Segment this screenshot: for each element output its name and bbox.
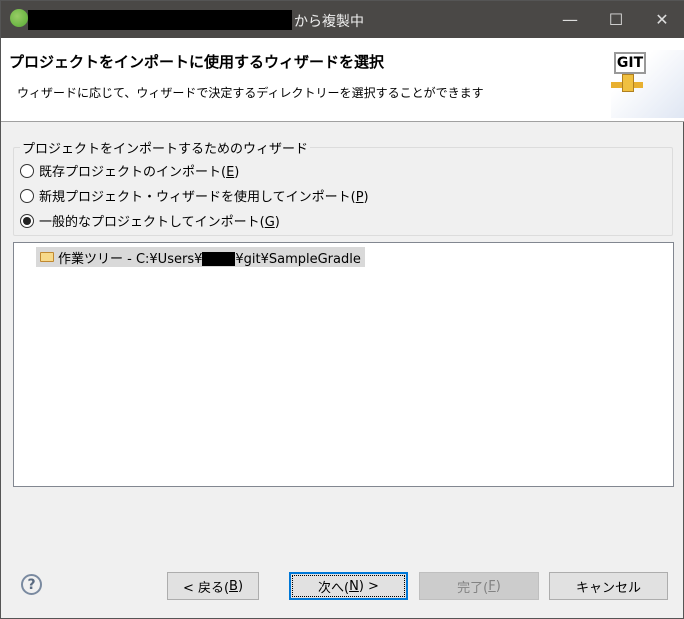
- git-wizard-icon: GIT: [611, 50, 684, 118]
- redacted-title: [28, 10, 292, 30]
- radio-label: 既存プロジェクトのインポート(E): [39, 165, 240, 180]
- folder-open-icon: [40, 252, 54, 262]
- tree-item-label: 作業ツリー - C:¥Users¥ ¥git¥SampleGradle: [58, 251, 361, 267]
- radio-circle[interactable]: [20, 188, 34, 203]
- radio-new-project-wizard[interactable]: 新規プロジェクト・ウィザードを使用してインポート(P): [20, 186, 369, 205]
- title-bar: から複製中 — ☐ ✕: [1, 1, 684, 38]
- next-button[interactable]: 次へ(N) >: [289, 572, 408, 600]
- wizard-header: プロジェクトをインポートに使用するウィザードを選択 ウィザードに応じて、ウィザー…: [1, 38, 684, 122]
- close-button[interactable]: ✕: [639, 1, 684, 38]
- finish-button[interactable]: 完了(F): [419, 572, 539, 600]
- cancel-button[interactable]: キャンセル: [549, 572, 668, 600]
- directory-tree[interactable]: 作業ツリー - C:¥Users¥ ¥git¥SampleGradle: [13, 242, 674, 487]
- back-button[interactable]: < 戻る(B): [167, 572, 259, 600]
- radio-circle[interactable]: [20, 163, 34, 178]
- page-title: プロジェクトをインポートに使用するウィザードを選択: [9, 53, 385, 71]
- app-logo-icon: [10, 9, 28, 27]
- tree-item-working-tree[interactable]: 作業ツリー - C:¥Users¥ ¥git¥SampleGradle: [36, 247, 365, 267]
- page-description: ウィザードに応じて、ウィザードで決定するディレクトリーを選択することができます: [17, 86, 484, 100]
- radio-circle-selected[interactable]: [20, 213, 34, 228]
- group-legend: プロジェクトをインポートするためのウィザード: [22, 142, 309, 157]
- radio-general-project[interactable]: 一般的なプロジェクトしてインポート(G): [20, 211, 280, 230]
- help-icon[interactable]: ?: [21, 574, 42, 595]
- minimize-button[interactable]: —: [547, 1, 593, 38]
- radio-existing-projects[interactable]: 既存プロジェクトのインポート(E): [20, 161, 239, 180]
- git-logo: GIT: [614, 52, 646, 74]
- radio-label: 一般的なプロジェクトしてインポート(G): [39, 215, 280, 230]
- radio-label: 新規プロジェクト・ウィザードを使用してインポート(P): [39, 190, 369, 205]
- maximize-button[interactable]: ☐: [593, 1, 639, 38]
- window-title: から複製中: [294, 14, 364, 30]
